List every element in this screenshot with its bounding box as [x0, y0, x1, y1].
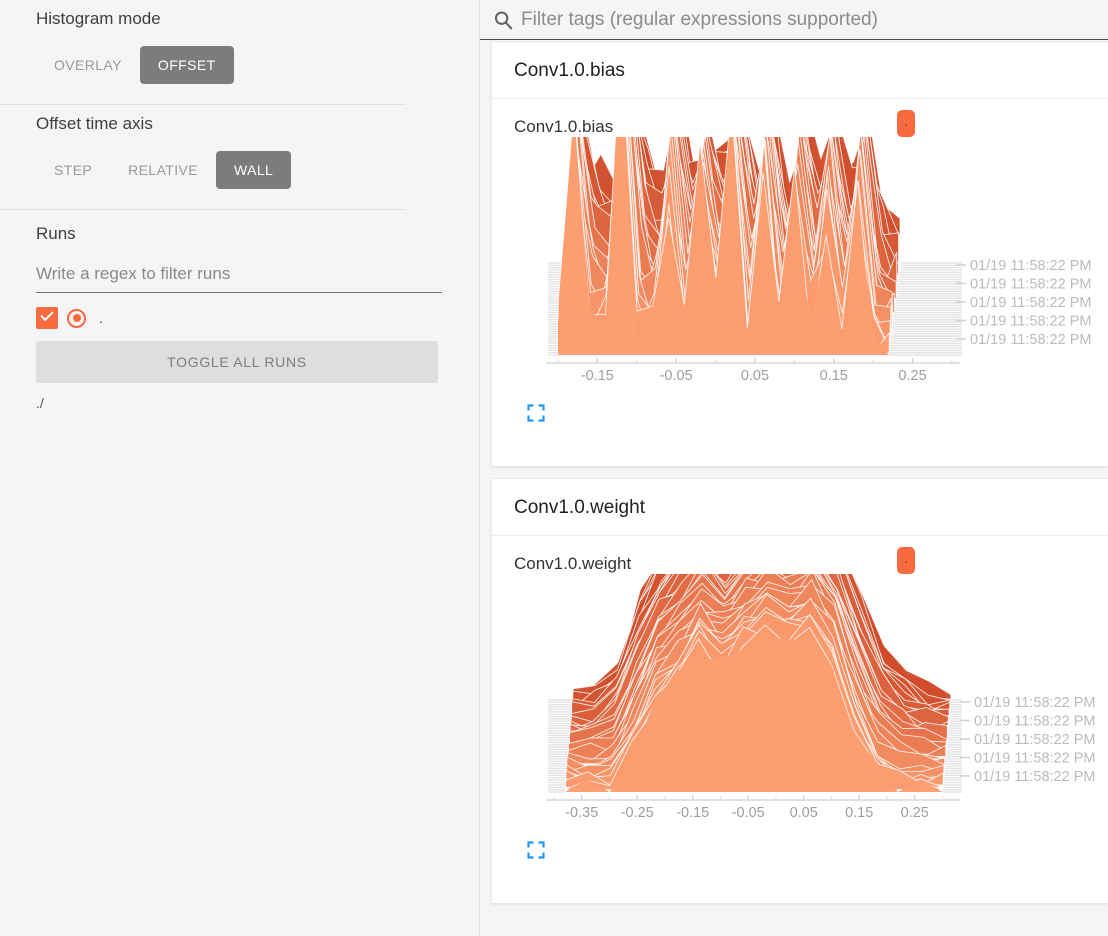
runs-title: Runs	[36, 224, 76, 243]
fullscreen-expand-icon[interactable]	[526, 403, 546, 423]
time-axis-step-button[interactable]: STEP	[36, 151, 110, 189]
run-color-radio[interactable]	[67, 308, 86, 328]
offset-time-axis-section: Offset time axis STEP RELATIVE WALL	[0, 105, 479, 189]
svg-text:01/19 11:58:22 PM: 01/19 11:58:22 PM	[974, 714, 1095, 730]
svg-text:-0.35: -0.35	[565, 805, 598, 821]
svg-text:01/19 11:58:22 PM: 01/19 11:58:22 PM	[974, 769, 1095, 785]
card-bottom-spacer	[492, 428, 1108, 466]
runs-section: Runs . TOGGLE ALL RUNS ./	[0, 210, 479, 411]
svg-text:0.15: 0.15	[845, 805, 873, 821]
runs-filter-input[interactable]	[36, 260, 442, 293]
sidebar: Histogram mode OVERLAY OFFSET Offset tim…	[0, 0, 480, 936]
histogram-mode-title: Histogram mode	[36, 9, 161, 28]
svg-text:0.05: 0.05	[741, 368, 769, 384]
offset-time-axis-toggle-group: STEP RELATIVE WALL	[36, 151, 443, 189]
histogram-offset-plot[interactable]: -0.15 -0.05 0.05 0.15 0.25 01/19 11:58:22 PM 0…	[492, 137, 1108, 397]
run-label: .	[99, 310, 103, 326]
svg-text:-0.15: -0.15	[676, 805, 709, 821]
svg-text:01/19 11:58:22 PM: 01/19 11:58:22 PM	[974, 732, 1095, 748]
histogram-offset-plot[interactable]: -0.35 -0.25 -0.15 -0.05 0.05 0.15 0.25 01/19 11…	[492, 574, 1108, 834]
expand-row	[492, 397, 1108, 428]
expand-row	[492, 834, 1108, 865]
fullscreen-expand-icon[interactable]	[526, 840, 546, 860]
card-group-title: Conv1.0.weight	[492, 479, 1108, 536]
run-badge[interactable]: .	[897, 547, 915, 574]
svg-text:0.05: 0.05	[790, 805, 818, 821]
search-icon	[494, 10, 513, 29]
histogram-mode-offset-button[interactable]: OFFSET	[139, 46, 234, 84]
chart-area[interactable]: -0.15 -0.05 0.05 0.15 0.25 01/19 11:58:22 PM 0…	[492, 137, 1108, 397]
svg-text:01/19 11:58:22 PM: 01/19 11:58:22 PM	[970, 295, 1091, 311]
histogram-cards-area[interactable]: Conv1.0.bias Conv1.0.bias . -0.15 -0.05 0.…	[480, 41, 1108, 936]
card-body: Conv1.0.weight . -0.35 -0.25 -0.15 -0.05 0.0…	[492, 536, 1108, 903]
histogram-mode-toggle-group: OVERLAY OFFSET	[36, 46, 443, 84]
tag-filter-input[interactable]	[521, 8, 1108, 31]
svg-text:01/19 11:58:22 PM: 01/19 11:58:22 PM	[974, 751, 1095, 767]
chart-title: Conv1.0.bias	[514, 117, 614, 136]
svg-text:01/19 11:58:22 PM: 01/19 11:58:22 PM	[970, 314, 1091, 330]
svg-text:0.15: 0.15	[820, 368, 848, 384]
run-badge-label: .	[904, 551, 908, 566]
time-axis-relative-button[interactable]: RELATIVE	[110, 151, 216, 189]
run-badge[interactable]: .	[897, 110, 915, 137]
histogram-mode-section: Histogram mode OVERLAY OFFSET	[0, 0, 479, 84]
svg-text:01/19 11:58:22 PM: 01/19 11:58:22 PM	[970, 277, 1091, 293]
svg-text:-0.05: -0.05	[660, 368, 693, 384]
run-badge-label: .	[904, 114, 908, 129]
svg-text:01/19 11:58:22 PM: 01/19 11:58:22 PM	[970, 332, 1091, 348]
run-checkbox[interactable]	[36, 307, 58, 329]
run-path-label: ./	[36, 395, 44, 411]
svg-text:-0.15: -0.15	[581, 368, 614, 384]
svg-text:01/19 11:58:22 PM: 01/19 11:58:22 PM	[970, 258, 1091, 274]
histogram-mode-overlay-button[interactable]: OVERLAY	[36, 46, 140, 84]
toggle-all-runs-button[interactable]: TOGGLE ALL RUNS	[36, 341, 438, 383]
svg-text:-0.05: -0.05	[732, 805, 765, 821]
card-bottom-spacer	[492, 865, 1108, 903]
time-axis-wall-button[interactable]: WALL	[216, 151, 292, 189]
chart-area[interactable]: -0.35 -0.25 -0.15 -0.05 0.05 0.15 0.25 01/19 11…	[492, 574, 1108, 834]
card-body: Conv1.0.bias . -0.15 -0.05 0.05 0.15 0.25 01/…	[492, 99, 1108, 466]
run-list-item[interactable]: .	[36, 307, 443, 329]
tensorboard-histograms-page: Histogram mode OVERLAY OFFSET Offset tim…	[0, 0, 1108, 936]
svg-text:-0.25: -0.25	[621, 805, 654, 821]
main-panel: Conv1.0.bias Conv1.0.bias . -0.15 -0.05 0.…	[480, 0, 1108, 936]
offset-time-axis-title: Offset time axis	[36, 114, 153, 133]
chart-title: Conv1.0.weight	[514, 554, 632, 573]
histogram-card: Conv1.0.weight Conv1.0.weight . -0.35 -0.…	[491, 478, 1108, 904]
card-group-title: Conv1.0.bias	[492, 42, 1108, 99]
histogram-card: Conv1.0.bias Conv1.0.bias . -0.15 -0.05 0.…	[491, 41, 1108, 467]
tag-filter-bar	[480, 0, 1108, 40]
svg-text:0.25: 0.25	[898, 368, 926, 384]
svg-text:0.25: 0.25	[901, 805, 929, 821]
svg-text:01/19 11:58:22 PM: 01/19 11:58:22 PM	[974, 695, 1095, 711]
